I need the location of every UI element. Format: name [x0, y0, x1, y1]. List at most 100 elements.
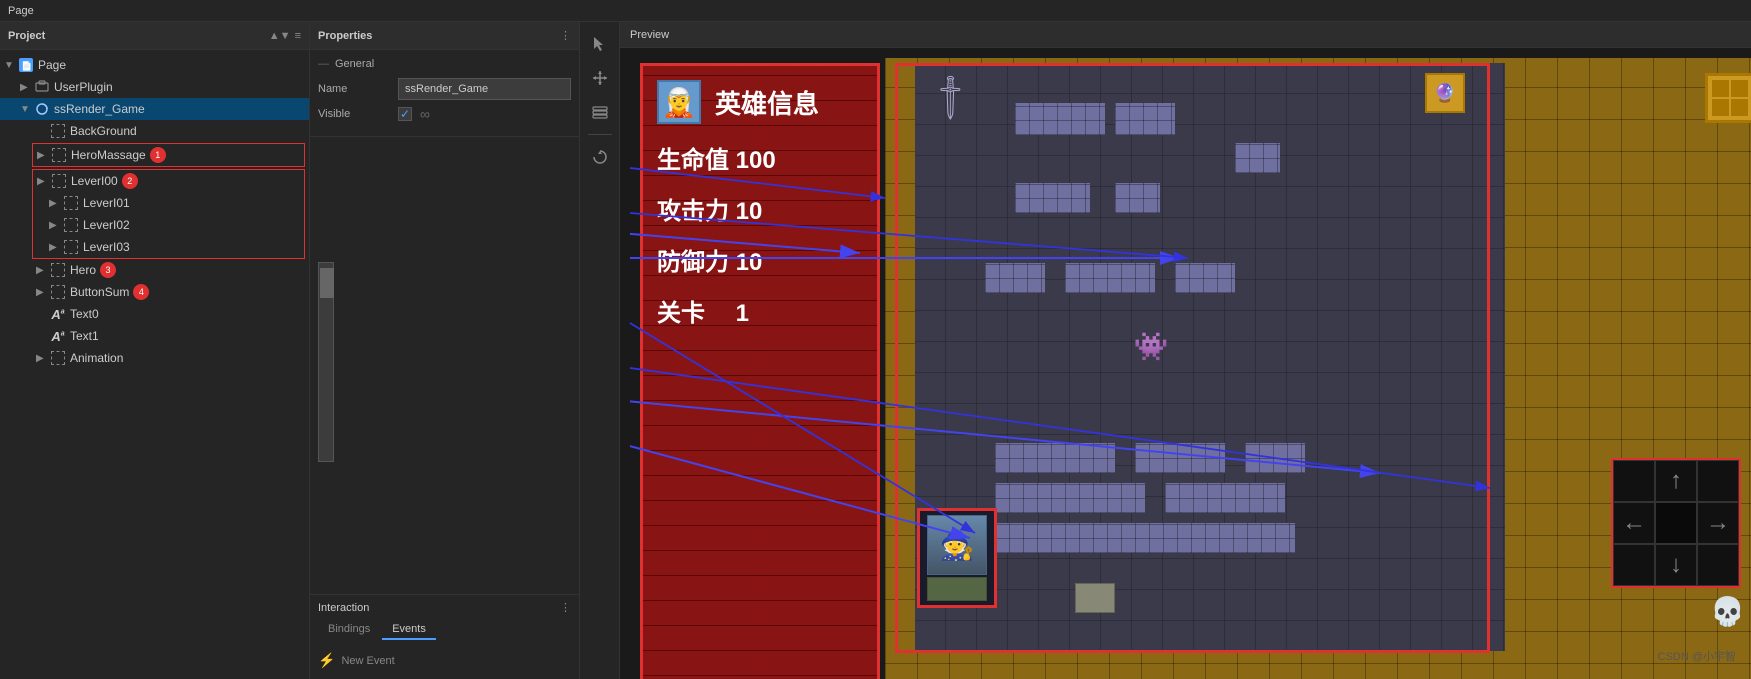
- dpad-empty-br: [1697, 544, 1739, 586]
- badge-4: 4: [133, 284, 149, 300]
- text1-icon: Aa: [50, 328, 66, 344]
- name-label: Name: [318, 83, 398, 95]
- badge-2: 2: [122, 173, 138, 189]
- page-icon: 📄: [18, 57, 34, 73]
- tree-arrow-page: ▼: [4, 60, 18, 71]
- hero-title: 英雄信息: [715, 84, 819, 121]
- move-tool[interactable]: [586, 64, 614, 92]
- brick-4: [1015, 183, 1090, 213]
- portrait-item-2: [927, 577, 987, 601]
- tree-arrow-lev2: ▶: [49, 220, 63, 231]
- left-panel: Project ▲▼ ≡ ▼ 📄 Page ▶: [0, 22, 310, 679]
- tree-item-leverl01[interactable]: ▶ LeverI01: [33, 192, 304, 214]
- dpad-empty-tr: [1697, 460, 1739, 502]
- tree-label-heromassage: HeroMassage: [71, 148, 146, 162]
- brick-10: [1135, 443, 1225, 473]
- stat-def: 防御力 10: [657, 242, 863, 277]
- tree-item-leverl03[interactable]: ▶ LeverI03: [33, 236, 304, 258]
- menu-icon[interactable]: ≡: [295, 30, 301, 42]
- text0-icon: Aa: [50, 306, 66, 322]
- cursor-tool[interactable]: [586, 30, 614, 58]
- tab-events[interactable]: Events: [382, 620, 436, 640]
- properties-menu-icon[interactable]: ⋮: [560, 29, 571, 42]
- properties-title: Properties: [318, 30, 372, 42]
- preview-title: Preview: [630, 29, 669, 41]
- new-event-label: New Event: [341, 655, 394, 667]
- project-tree: ▼ 📄 Page ▶ UserPlugin ▼: [0, 50, 309, 679]
- name-input[interactable]: [398, 78, 571, 100]
- tree-item-leverl00[interactable]: ▶ LeverI00 2: [33, 170, 304, 192]
- visible-label: Visible: [318, 108, 398, 120]
- tree-arrow-userplugin: ▶: [20, 82, 34, 93]
- hero-info-panel: 🧝 英雄信息 生命值 100 攻击力 10 防御力 10 关卡 1: [640, 63, 880, 679]
- item-icon: 🔮: [1425, 73, 1465, 113]
- tree-item-leverl02[interactable]: ▶ LeverI02: [33, 214, 304, 236]
- tree-item-hero[interactable]: ▶ Hero 3: [0, 259, 309, 281]
- render-icon: [34, 101, 50, 117]
- tree-arrow-anim: ▶: [36, 353, 50, 364]
- tree-item-text1[interactable]: ▶ Aa Text1: [0, 325, 309, 347]
- panel-header-icons: ▲▼ ≡: [269, 30, 301, 42]
- csdn-watermark: CSDN @小宇智: [1658, 648, 1736, 664]
- tab-bindings[interactable]: Bindings: [318, 620, 380, 640]
- tree-item-animation[interactable]: ▶ Animation: [0, 347, 309, 369]
- brick-7: [1065, 263, 1155, 293]
- tree-arrow-ssrender: ▼: [20, 104, 34, 115]
- enemy-sprite: 👾: [1135, 328, 1167, 364]
- tree-item-text0[interactable]: ▶ Aa Text0: [0, 303, 309, 325]
- tree-item-userplugin[interactable]: ▶ UserPlugin: [0, 76, 309, 98]
- stat-atk: 攻击力 10: [657, 191, 863, 226]
- hero-portrait: 🧙: [927, 515, 987, 575]
- bg-node-icon: [50, 123, 66, 139]
- layers-tool[interactable]: [586, 98, 614, 126]
- brick-14: [995, 523, 1295, 553]
- sort-icon[interactable]: ▲▼: [269, 30, 291, 42]
- sword-icon: 🗡: [923, 69, 979, 125]
- interaction-menu-icon[interactable]: ⋮: [560, 601, 571, 614]
- tree-label-animation: Animation: [70, 351, 123, 365]
- tree-arrow-lev3: ▶: [49, 242, 63, 253]
- stat-level: 关卡 1: [657, 293, 863, 328]
- preview-canvas: 🗡 🔮 👾 🧙: [620, 48, 1751, 679]
- leverl01-icon: [63, 195, 79, 211]
- tree-item-page[interactable]: ▼ 📄 Page: [0, 54, 309, 76]
- badge-1: 1: [150, 147, 166, 163]
- svg-text:📄: 📄: [21, 60, 32, 71]
- tree-arrow-btn: ▶: [36, 287, 50, 298]
- dpad-up[interactable]: ↑: [1655, 460, 1697, 502]
- animation-icon: [50, 350, 66, 366]
- scroll-panel[interactable]: [318, 262, 334, 462]
- visible-dots[interactable]: ∞: [420, 106, 430, 122]
- top-bar-title: Page: [8, 5, 34, 17]
- dpad-left[interactable]: ←: [1613, 502, 1655, 544]
- dpad-center: [1655, 502, 1697, 544]
- hero-sprite: 🧝: [657, 80, 701, 124]
- brick-13: [1165, 483, 1285, 513]
- interaction-header: Interaction ⋮: [318, 601, 571, 614]
- dpad-right[interactable]: →: [1697, 502, 1739, 544]
- tree-label-userplugin: UserPlugin: [54, 80, 113, 94]
- properties-header: Properties ⋮: [310, 22, 579, 50]
- dpad-down[interactable]: ↓: [1655, 544, 1697, 586]
- visible-checkbox[interactable]: ✓: [398, 107, 412, 121]
- refresh-tool[interactable]: [586, 143, 614, 171]
- dpad-panel[interactable]: ↑ ← → ↓: [1611, 458, 1741, 588]
- interaction-panel: Interaction ⋮ Bindings Events ⚡ New Even…: [310, 594, 579, 679]
- new-event-row[interactable]: ⚡ New Event: [318, 648, 571, 673]
- leverl00-icon: [51, 173, 67, 189]
- tree-item-background[interactable]: ▶ BackGround: [0, 120, 309, 142]
- divider-tool: [588, 134, 612, 135]
- heromassage-icon: [51, 147, 67, 163]
- tree-item-buttonsum[interactable]: ▶ ButtonSum 4: [0, 281, 309, 303]
- tree-item-heromassage[interactable]: ▶ HeroMassage 1: [33, 144, 304, 166]
- tree-label-ssrender: ssRender_Game: [54, 102, 145, 116]
- tree-item-ssrender[interactable]: ▼ ssRender_Game: [0, 98, 309, 120]
- stat-hp: 生命值 100: [657, 140, 863, 175]
- dpad-empty-tl: [1613, 460, 1655, 502]
- vertical-toolbar: [580, 22, 620, 679]
- project-panel-header: Project ▲▼ ≡: [0, 22, 309, 50]
- tree-label-leverl00: LeverI00: [71, 174, 118, 188]
- brick-12: [995, 483, 1145, 513]
- tree-arrow-hero-item: ▶: [36, 265, 50, 276]
- stairs-tile: [1075, 583, 1115, 613]
